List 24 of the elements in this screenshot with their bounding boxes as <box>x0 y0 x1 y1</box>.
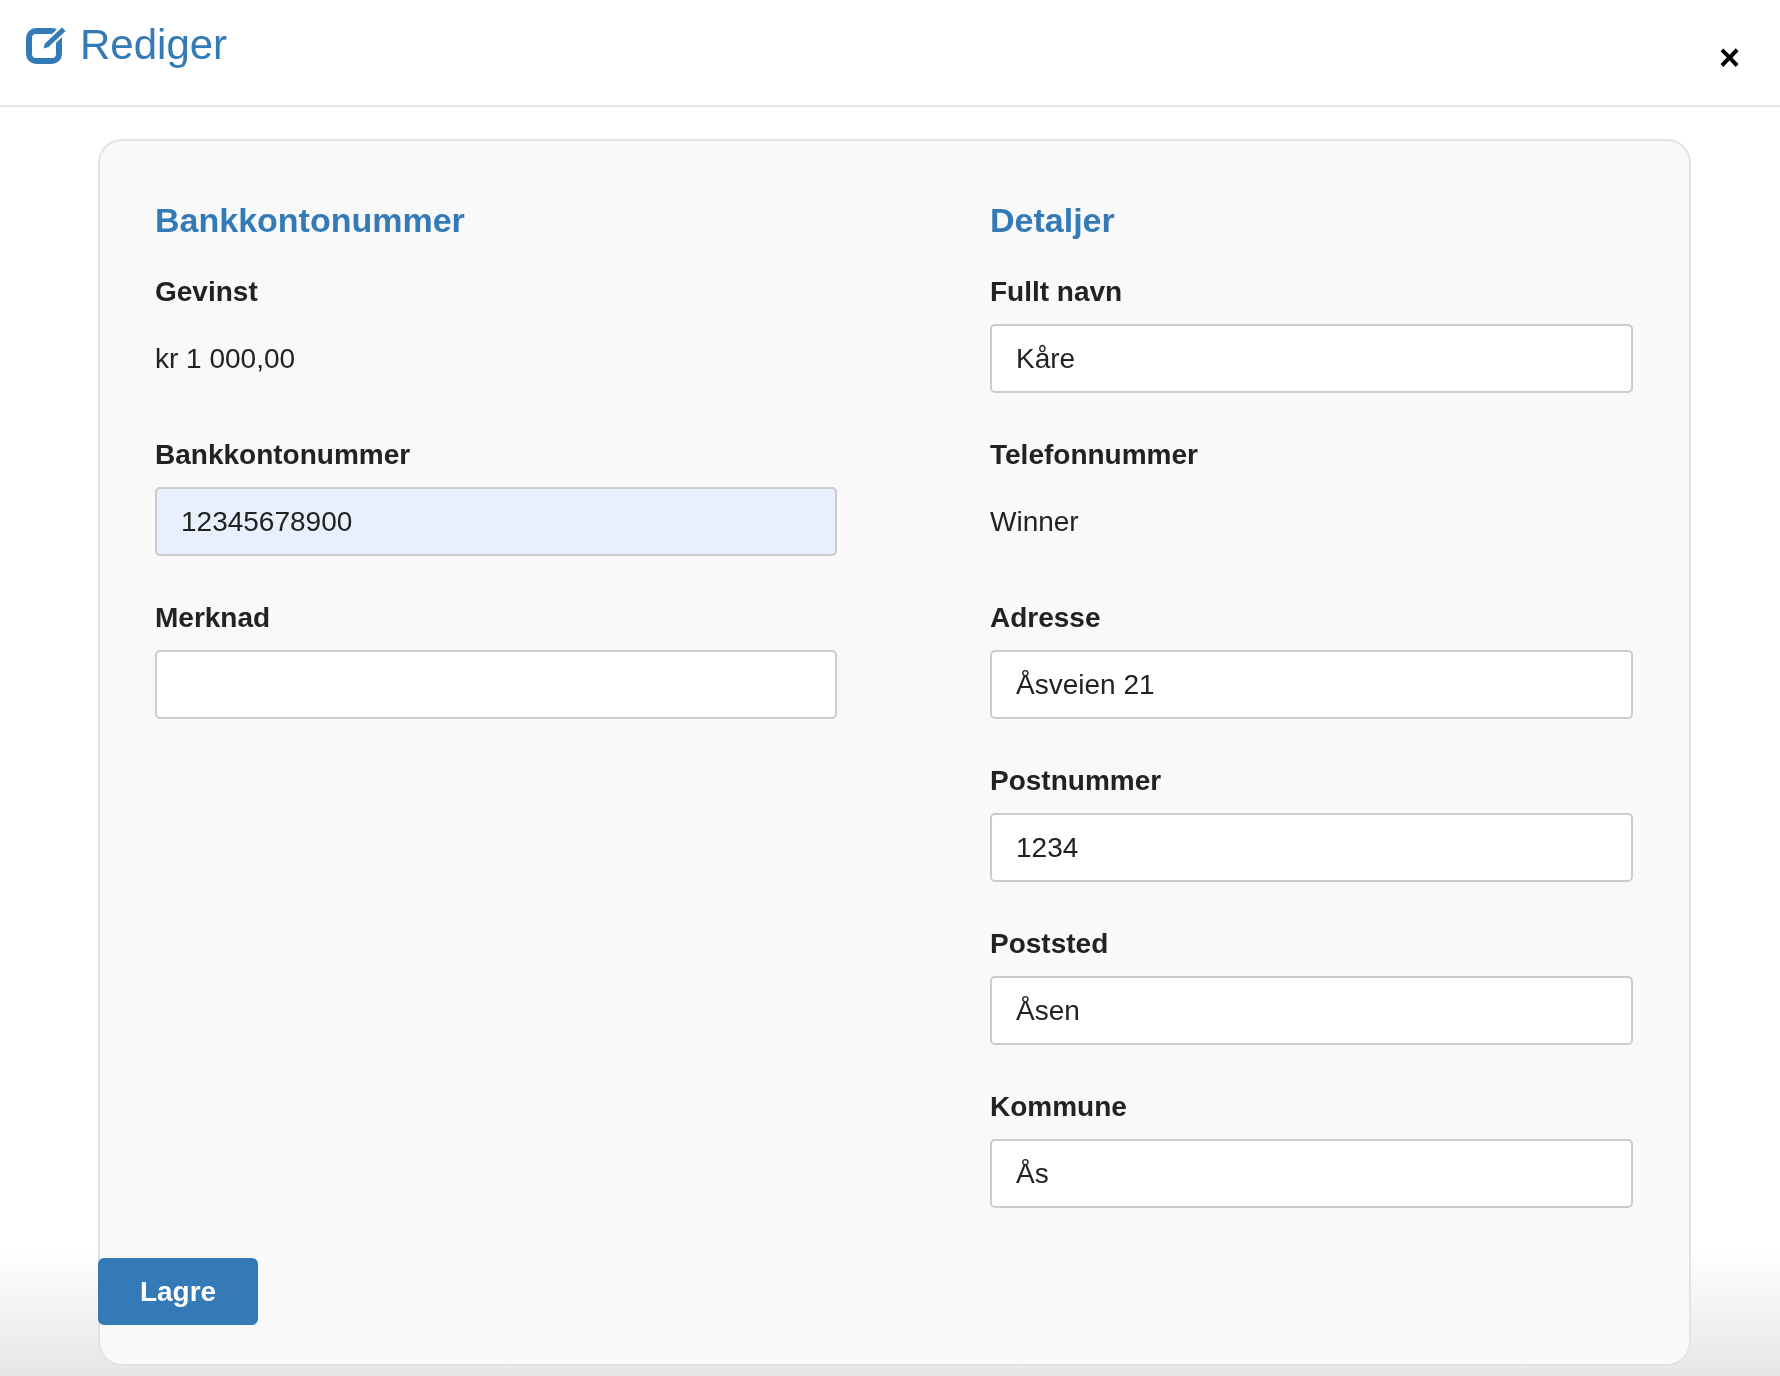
field-label: Telefonnummer <box>990 438 1198 472</box>
field-label: Gevinst <box>155 275 258 309</box>
input-field[interactable]: Ås <box>990 1139 1633 1208</box>
field-label: Adresse <box>990 601 1101 635</box>
field-label: Merknad <box>155 601 271 635</box>
save-button[interactable]: Lagre <box>98 1258 258 1325</box>
input-field[interactable] <box>155 650 837 719</box>
input-field[interactable]: 1234 <box>990 813 1633 882</box>
section-heading: Bankkontonummer <box>155 199 465 241</box>
field-value: kr 1 000,00 <box>155 341 296 376</box>
field-value: Winner <box>990 504 1079 539</box>
close-button[interactable]: × <box>1718 38 1740 78</box>
field-label: Postnummer <box>990 764 1162 798</box>
field-label: Poststed <box>990 927 1109 961</box>
edit-icon <box>26 24 68 66</box>
input-field[interactable]: 12345678900 <box>155 487 837 556</box>
input-field[interactable]: Kåre <box>990 324 1633 393</box>
field-label: Bankkontonummer <box>155 438 411 472</box>
input-field[interactable]: Åsveien 21 <box>990 650 1633 719</box>
field-label: Kommune <box>990 1090 1127 1124</box>
field-label: Fullt navn <box>990 275 1123 309</box>
window-title: Rediger <box>80 20 228 70</box>
section-heading: Detaljer <box>990 199 1115 241</box>
input-field[interactable]: Åsen <box>990 976 1633 1045</box>
